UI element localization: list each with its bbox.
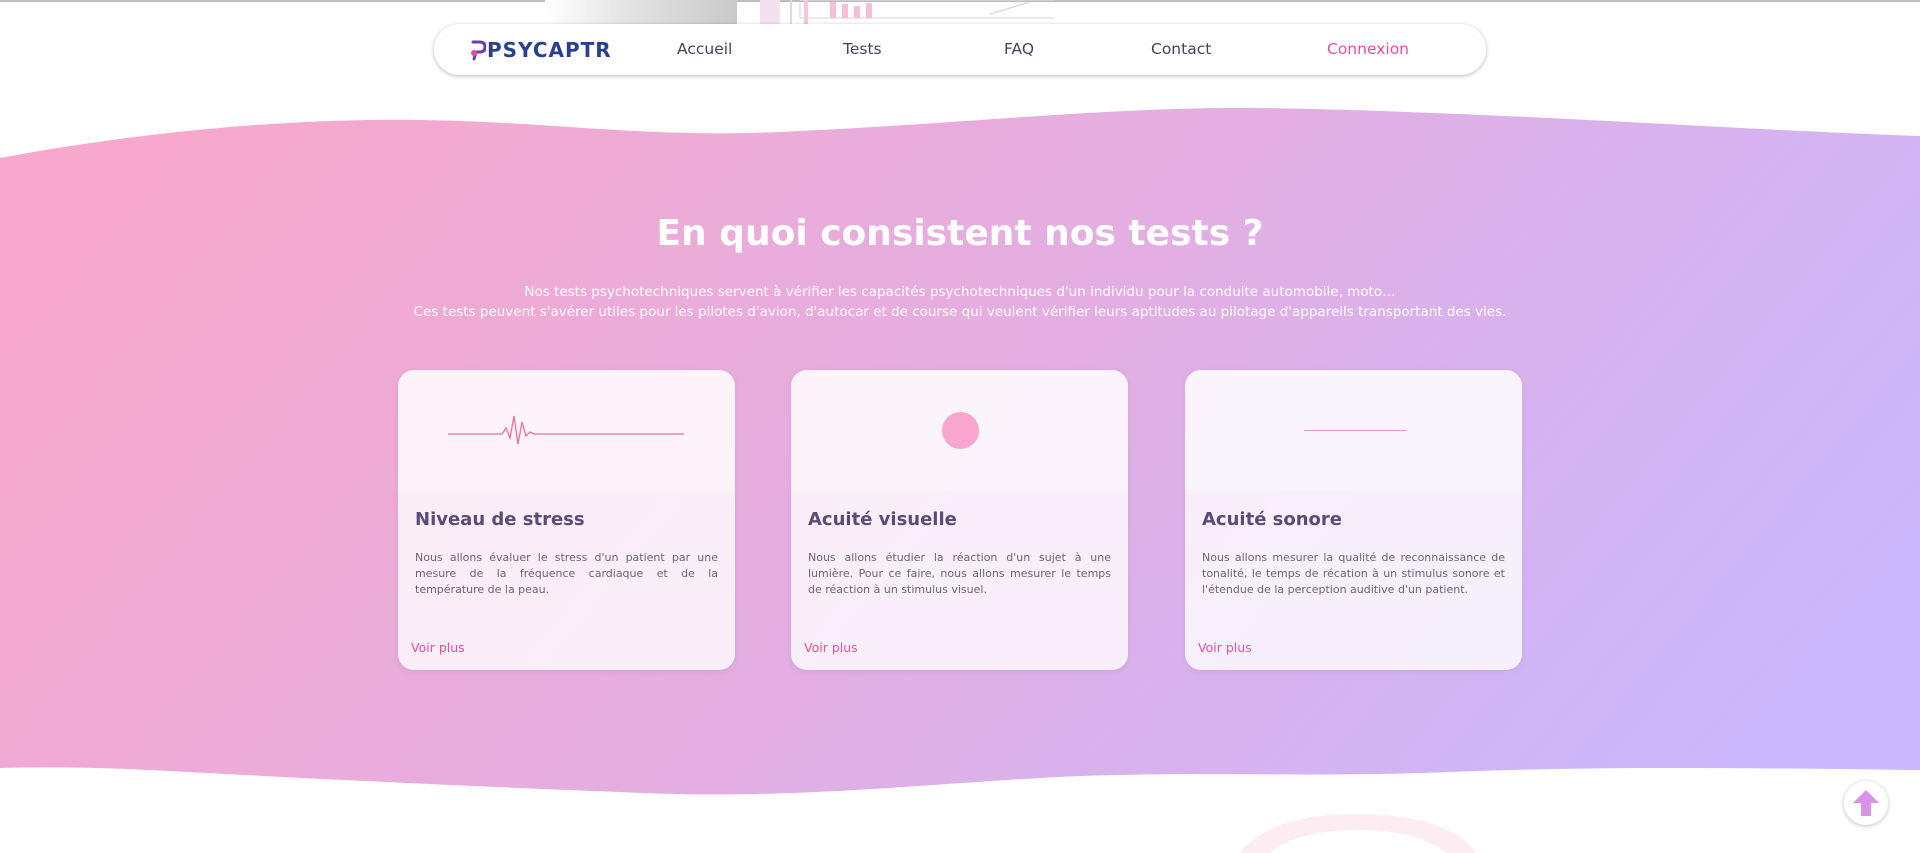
section-title: En quoi consistent nos tests ? [656, 213, 1264, 254]
scroll-to-top-button[interactable] [1844, 781, 1888, 825]
test-card-visual: Acuité visuelle Nous allons étudier la r… [791, 370, 1128, 670]
card-visual [1185, 370, 1522, 490]
brand-name: PSYCAPTR [487, 38, 612, 62]
voir-plus-link[interactable]: Voir plus [1198, 640, 1252, 655]
card-description: Nous allons évaluer le stress d'un patie… [415, 551, 718, 596]
nav-link-tests[interactable]: Tests [843, 40, 882, 58]
card-title: Acuité visuelle [808, 509, 957, 530]
section-description-line-2: Ces tests peuvent s'avérer utiles pour l… [413, 304, 1507, 320]
card-description: Nous allons mesurer la qualité de reconn… [1202, 551, 1505, 596]
nav-link-faq[interactable]: FAQ [1004, 40, 1034, 58]
voir-plus-link[interactable]: Voir plus [411, 640, 465, 655]
arrow-up-icon [1853, 790, 1879, 816]
light-dot-icon [942, 412, 979, 449]
logo-mark-icon [471, 40, 486, 61]
test-card-stress: Niveau de stress Nous allons évaluer le … [398, 370, 735, 670]
brand-logo[interactable]: PSYCAPTR [470, 37, 612, 63]
decorative-circle-fragment [1240, 814, 1476, 853]
voir-plus-link[interactable]: Voir plus [804, 640, 858, 655]
nav-link-accueil[interactable]: Accueil [677, 40, 732, 58]
section-description-line-1: Nos tests psychotechniques servent à vér… [524, 284, 1396, 300]
heartbeat-icon [448, 415, 684, 445]
nav-link-contact[interactable]: Contact [1151, 40, 1211, 58]
nav-login-link[interactable]: Connexion [1327, 40, 1409, 58]
card-visual [398, 370, 735, 490]
test-card-sound: Acuité sonore Nous allons mesurer la qua… [1185, 370, 1522, 670]
card-title: Niveau de stress [415, 509, 585, 530]
main-navbar: PSYCAPTR Accueil Tests FAQ Contact Conne… [434, 24, 1486, 75]
card-description: Nous allons étudier la réaction d'un suj… [808, 551, 1111, 596]
sound-wave-icon [1304, 430, 1406, 431]
card-title: Acuité sonore [1202, 509, 1343, 530]
card-visual [791, 370, 1128, 490]
section-description: Nos tests psychotechniques servent à vér… [0, 282, 1920, 322]
